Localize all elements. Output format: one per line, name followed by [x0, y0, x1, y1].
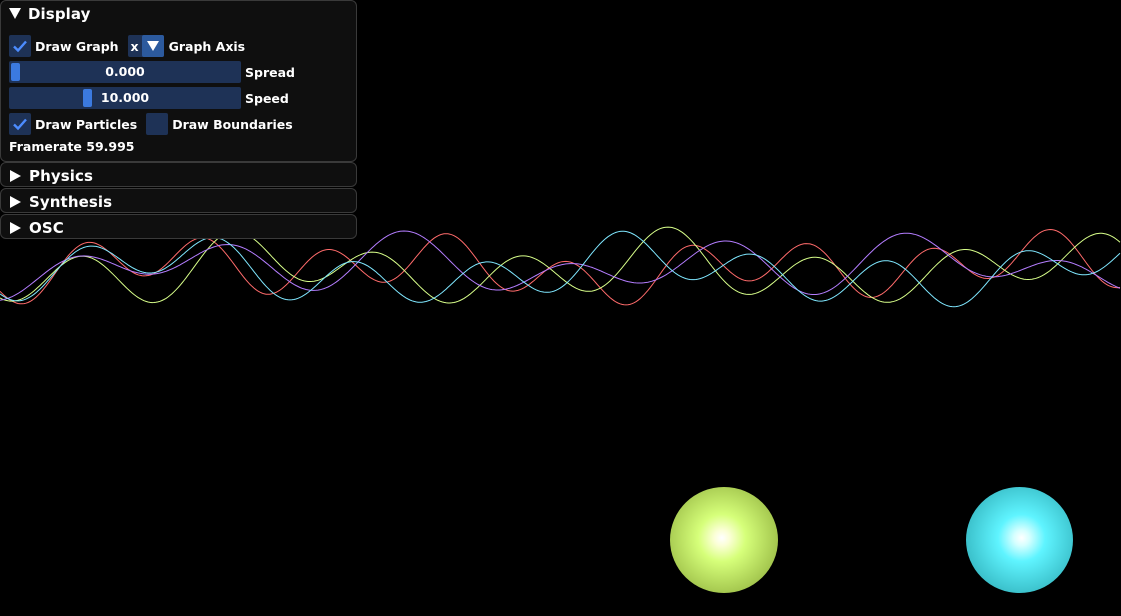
spread-row: 0.000 Spread [9, 61, 295, 83]
speed-slider[interactable]: 10.000 [9, 87, 241, 109]
spread-value: 0.000 [105, 64, 145, 79]
waveform-red [0, 228, 1121, 306]
draw-particles-label: Draw Particles [35, 116, 138, 132]
speed-row: 10.000 Speed [9, 87, 289, 109]
particle-cyan [966, 487, 1073, 593]
speed-label: Speed [245, 90, 289, 106]
framerate-text: Framerate 59.995 [9, 139, 135, 154]
draw-particles-checkbox[interactable] [9, 113, 31, 135]
checkmark-icon [13, 40, 27, 53]
particles-row: Draw Particles Draw Boundaries [9, 113, 293, 135]
draw-boundaries-label: Draw Boundaries [172, 116, 293, 132]
graph-axis-label: Graph Axis [168, 38, 246, 54]
spread-slider[interactable]: 0.000 [9, 61, 241, 83]
display-header[interactable]: Display [1, 1, 356, 26]
physics-header[interactable]: Physics [1, 163, 356, 188]
particle-lime [670, 487, 778, 593]
triangle-right-icon [10, 221, 21, 234]
draw-graph-checkbox[interactable] [9, 35, 31, 57]
draw-boundaries-checkbox[interactable] [146, 113, 169, 135]
waveform-violet [0, 230, 1121, 301]
synthesis-header[interactable]: Synthesis [1, 189, 356, 214]
synthesis-title: Synthesis [29, 192, 113, 211]
osc-title: OSC [29, 218, 64, 237]
physics-panel: Physics [0, 162, 357, 187]
checkmark-icon [13, 118, 27, 131]
triangle-right-icon [10, 195, 21, 208]
display-panel: Display Draw Graph x Graph Axis 0.000 Sp… [0, 0, 357, 162]
spread-label: Spread [245, 64, 295, 80]
draw-graph-row: Draw Graph x Graph Axis [9, 35, 245, 57]
speed-value: 10.000 [100, 90, 150, 105]
osc-header[interactable]: OSC [1, 215, 356, 240]
osc-panel: OSC [0, 214, 357, 239]
graph-axis-dropdown-button[interactable] [141, 35, 164, 57]
graph-axis-value: x [130, 38, 139, 54]
triangle-down-icon [9, 8, 21, 19]
graph-axis-combo[interactable]: x [127, 35, 164, 57]
triangle-right-icon [10, 169, 21, 182]
display-title: Display [28, 4, 91, 23]
physics-title: Physics [29, 166, 94, 185]
synthesis-panel: Synthesis [0, 188, 357, 213]
waveform-cyan [0, 230, 1121, 308]
draw-graph-label: Draw Graph [35, 38, 119, 54]
chevron-down-icon [146, 41, 159, 51]
